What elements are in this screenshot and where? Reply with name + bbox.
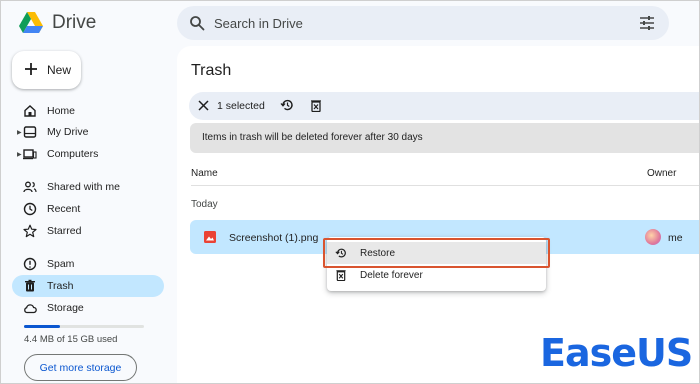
sidebar-item-label: Spam xyxy=(47,258,75,270)
sidebar-item-label: Computers xyxy=(47,148,99,160)
file-name: Screenshot (1).png xyxy=(229,232,319,244)
file-owner: me xyxy=(668,232,683,244)
column-header-name[interactable]: Name xyxy=(191,168,218,179)
get-more-storage-button[interactable]: Get more storage xyxy=(24,354,137,381)
group-label-today: Today xyxy=(191,199,218,210)
sidebar-item-starred[interactable]: Starred xyxy=(12,220,164,242)
clear-selection-icon[interactable] xyxy=(198,100,209,111)
star-icon xyxy=(23,224,37,238)
clock-icon xyxy=(23,202,37,216)
storage-usage-bar xyxy=(24,325,144,328)
computers-icon xyxy=(23,149,37,160)
my-drive-icon xyxy=(23,126,37,138)
image-file-icon xyxy=(204,231,216,243)
expand-caret-icon[interactable]: ▶ xyxy=(17,129,22,136)
avatar xyxy=(645,229,661,245)
sidebar-item-computers[interactable]: ▶ Computers xyxy=(12,143,164,165)
sidebar-item-spam[interactable]: Spam xyxy=(12,253,164,275)
watermark-text: EaseUS xyxy=(540,331,693,375)
cloud-icon xyxy=(24,304,37,314)
sidebar-item-storage[interactable]: Storage xyxy=(12,297,164,319)
spam-icon xyxy=(23,257,37,271)
sidebar-item-label: Starred xyxy=(47,225,82,237)
watermark-logo: EaseUS xyxy=(540,331,693,375)
new-button[interactable]: New xyxy=(12,51,81,89)
sidebar-item-label: Storage xyxy=(47,302,84,314)
new-button-label: New xyxy=(47,63,72,77)
search-icon[interactable] xyxy=(189,15,205,31)
sidebar-item-label: Home xyxy=(47,105,76,117)
sidebar-item-label: Trash xyxy=(47,280,74,292)
people-icon xyxy=(23,181,37,193)
search-options-icon[interactable] xyxy=(639,16,655,30)
sidebar-item-label: Shared with me xyxy=(47,181,120,193)
selection-toolbar: 1 selected xyxy=(189,92,700,120)
page-title: Trash xyxy=(191,62,232,79)
sidebar-item-label: Recent xyxy=(47,203,81,215)
sidebar-item-home[interactable]: Home xyxy=(12,100,164,122)
restore-icon[interactable] xyxy=(280,98,294,112)
search-bar[interactable] xyxy=(177,6,669,40)
drive-logo[interactable]: Drive xyxy=(18,11,96,35)
delete-forever-icon[interactable] xyxy=(310,99,322,112)
drive-logo-icon xyxy=(19,12,43,33)
annotation-highlight-box xyxy=(323,238,550,268)
home-icon xyxy=(24,105,36,117)
storage-usage-text: 4.4 MB of 15 GB used xyxy=(24,334,118,345)
app-name: Drive xyxy=(52,12,97,33)
sidebar-item-recent[interactable]: Recent xyxy=(12,198,164,220)
plus-icon xyxy=(25,63,37,75)
sidebar-item-trash[interactable]: Trash xyxy=(12,275,164,297)
trash-notice-banner: Items in trash will be deleted forever a… xyxy=(190,123,700,153)
selection-count: 1 selected xyxy=(217,100,265,112)
sidebar-item-label: My Drive xyxy=(47,126,89,138)
header-divider xyxy=(191,185,700,186)
column-header-owner[interactable]: Owner xyxy=(647,168,676,179)
search-input[interactable] xyxy=(214,6,614,40)
storage-usage-fill xyxy=(24,325,60,328)
sidebar-item-shared-with-me[interactable]: Shared with me xyxy=(12,176,164,198)
delete-forever-icon xyxy=(336,270,346,281)
trash-notice-text: Items in trash will be deleted forever a… xyxy=(202,132,423,143)
sidebar-item-my-drive[interactable]: ▶ My Drive xyxy=(12,121,164,143)
menu-item-label: Delete forever xyxy=(360,269,423,281)
trash-icon xyxy=(25,279,35,292)
expand-caret-icon[interactable]: ▶ xyxy=(17,151,22,158)
